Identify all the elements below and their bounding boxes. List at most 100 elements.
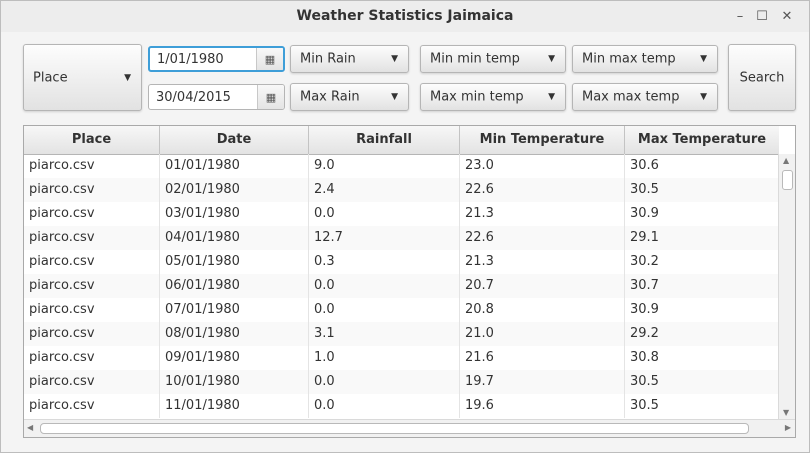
cell-place: piarco.csv <box>24 394 160 418</box>
cell-rainfall: 12.7 <box>309 226 460 250</box>
start-date-picker[interactable]: ▦ <box>148 46 285 72</box>
vertical-scrollbar[interactable]: ▲ ▼ <box>778 154 795 419</box>
cell-place: piarco.csv <box>24 346 160 370</box>
place-combo[interactable]: Place ▼ <box>23 44 142 111</box>
cell-max-temp: 29.2 <box>630 326 659 341</box>
cell-min-temp: 21.3 <box>460 250 625 274</box>
scroll-down-icon[interactable]: ▼ <box>783 408 789 417</box>
calendar-icon[interactable]: ▦ <box>256 48 283 70</box>
column-header-rainfall[interactable]: Rainfall <box>309 126 460 154</box>
table-row[interactable]: piarco.csv 06/01/1980 0.0 20.7 30.7 <box>24 274 779 298</box>
cell-rainfall: 0.0 <box>309 202 460 226</box>
table-row[interactable]: piarco.csv 01/01/1980 9.0 23.0 30.6 <box>24 154 779 178</box>
min-min-temp-combo[interactable]: Min min temp ▼ <box>420 45 566 73</box>
scroll-right-icon[interactable]: ▶ <box>785 423 791 432</box>
end-date-picker[interactable]: ▦ <box>148 84 285 110</box>
table-row[interactable]: piarco.csv 10/01/1980 0.0 19.7 30.5 <box>24 370 779 394</box>
scroll-left-icon[interactable]: ◀ <box>27 423 33 432</box>
max-rain-combo[interactable]: Max Rain ▼ <box>290 83 409 111</box>
cell-max-temp: 30.9 <box>630 206 659 221</box>
cell-min-temp: 22.6 <box>460 178 625 202</box>
cell-date: 04/01/1980 <box>160 226 309 250</box>
cell-rainfall: 0.0 <box>309 274 460 298</box>
cell-place: piarco.csv <box>24 154 160 178</box>
max-min-temp-combo[interactable]: Max min temp ▼ <box>420 83 566 111</box>
max-rain-label: Max Rain <box>300 89 360 105</box>
column-header-place[interactable]: Place <box>24 126 160 154</box>
chevron-down-icon: ▼ <box>548 92 555 102</box>
cell-min-temp: 21.0 <box>460 322 625 346</box>
chevron-down-icon: ▼ <box>391 54 398 64</box>
end-date-input[interactable] <box>149 85 257 109</box>
min-min-temp-label: Min min temp <box>430 51 520 67</box>
cell-min-temp: 20.8 <box>460 298 625 322</box>
cell-date: 03/01/1980 <box>160 202 309 226</box>
table-row[interactable]: piarco.csv 11/01/1980 0.0 19.6 30.5 <box>24 394 779 418</box>
column-header-max-temperature[interactable]: Max Temperature <box>625 126 779 154</box>
cell-max-temp: 30.5 <box>630 398 659 413</box>
cell-date: 06/01/1980 <box>160 274 309 298</box>
cell-min-temp: 19.7 <box>460 370 625 394</box>
cell-max-temp: 29.1 <box>630 230 659 245</box>
chevron-down-icon: ▼ <box>700 54 707 64</box>
cell-min-temp: 21.6 <box>460 346 625 370</box>
start-date-input[interactable] <box>150 48 258 70</box>
weather-table: Place Date Rainfall Min Temperature Max … <box>23 125 796 438</box>
table-row[interactable]: piarco.csv 04/01/1980 12.7 22.6 29.1 <box>24 226 779 250</box>
window-title: Weather Statistics Jaimaica <box>296 8 514 24</box>
cell-max-temp: 30.2 <box>630 254 659 269</box>
cell-max-temp: 30.5 <box>630 182 659 197</box>
cell-max-temp: 30.9 <box>630 302 659 317</box>
max-max-temp-label: Max max temp <box>582 89 680 105</box>
cell-place: piarco.csv <box>24 202 160 226</box>
main-content: Place ▼ ▦ ▦ Min Rain ▼ Max Rain ▼ Min mi… <box>1 32 809 452</box>
close-icon[interactable]: ✕ <box>777 6 797 26</box>
horizontal-scroll-thumb[interactable] <box>40 423 749 434</box>
table-row[interactable]: piarco.csv 05/01/1980 0.3 21.3 30.2 <box>24 250 779 274</box>
min-max-temp-combo[interactable]: Min max temp ▼ <box>572 45 718 73</box>
cell-rainfall: 1.0 <box>309 346 460 370</box>
cell-rainfall: 0.0 <box>309 298 460 322</box>
app-window: Weather Statistics Jaimaica – ☐ ✕ Place … <box>0 0 810 453</box>
search-button[interactable]: Search <box>728 44 796 111</box>
cell-date: 05/01/1980 <box>160 250 309 274</box>
chevron-down-icon: ▼ <box>391 92 398 102</box>
column-header-min-temperature[interactable]: Min Temperature <box>460 126 625 154</box>
table-row[interactable]: piarco.csv 08/01/1980 3.1 21.0 29.2 <box>24 322 779 346</box>
cell-date: 08/01/1980 <box>160 322 309 346</box>
cell-date: 11/01/1980 <box>160 394 309 418</box>
cell-date: 09/01/1980 <box>160 346 309 370</box>
cell-date: 02/01/1980 <box>160 178 309 202</box>
chevron-down-icon: ▼ <box>548 54 555 64</box>
cell-rainfall: 2.4 <box>309 178 460 202</box>
max-max-temp-combo[interactable]: Max max temp ▼ <box>572 83 718 111</box>
cell-rainfall: 0.0 <box>309 394 460 418</box>
chevron-down-icon: ▼ <box>124 72 131 83</box>
cell-min-temp: 20.7 <box>460 274 625 298</box>
table-row[interactable]: piarco.csv 09/01/1980 1.0 21.6 30.8 <box>24 346 779 370</box>
table-row[interactable]: piarco.csv 07/01/1980 0.0 20.8 30.9 <box>24 298 779 322</box>
column-header-date[interactable]: Date <box>160 126 309 154</box>
horizontal-scrollbar[interactable]: ◀ ▶ <box>24 419 795 437</box>
chevron-down-icon: ▼ <box>700 92 707 102</box>
cell-place: piarco.csv <box>24 178 160 202</box>
calendar-icon[interactable]: ▦ <box>257 85 284 109</box>
scroll-up-icon[interactable]: ▲ <box>783 156 789 165</box>
cell-date: 07/01/1980 <box>160 298 309 322</box>
table-body: piarco.csv 01/01/1980 9.0 23.0 30.6 piar… <box>24 154 779 418</box>
table-row[interactable]: piarco.csv 03/01/1980 0.0 21.3 30.9 <box>24 202 779 226</box>
cell-max-temp: 30.7 <box>630 278 659 293</box>
cell-min-temp: 23.0 <box>460 154 625 178</box>
table-header: Place Date Rainfall Min Temperature Max … <box>24 126 779 155</box>
cell-rainfall: 9.0 <box>309 154 460 178</box>
min-rain-combo[interactable]: Min Rain ▼ <box>290 45 409 73</box>
cell-min-temp: 21.3 <box>460 202 625 226</box>
vertical-scroll-thumb[interactable] <box>782 170 793 190</box>
minimize-icon[interactable]: – <box>730 6 750 26</box>
min-rain-label: Min Rain <box>300 51 356 67</box>
table-row[interactable]: piarco.csv 02/01/1980 2.4 22.6 30.5 <box>24 178 779 202</box>
cell-min-temp: 19.6 <box>460 394 625 418</box>
cell-place: piarco.csv <box>24 250 160 274</box>
max-min-temp-label: Max min temp <box>430 89 524 105</box>
maximize-icon[interactable]: ☐ <box>752 6 772 26</box>
